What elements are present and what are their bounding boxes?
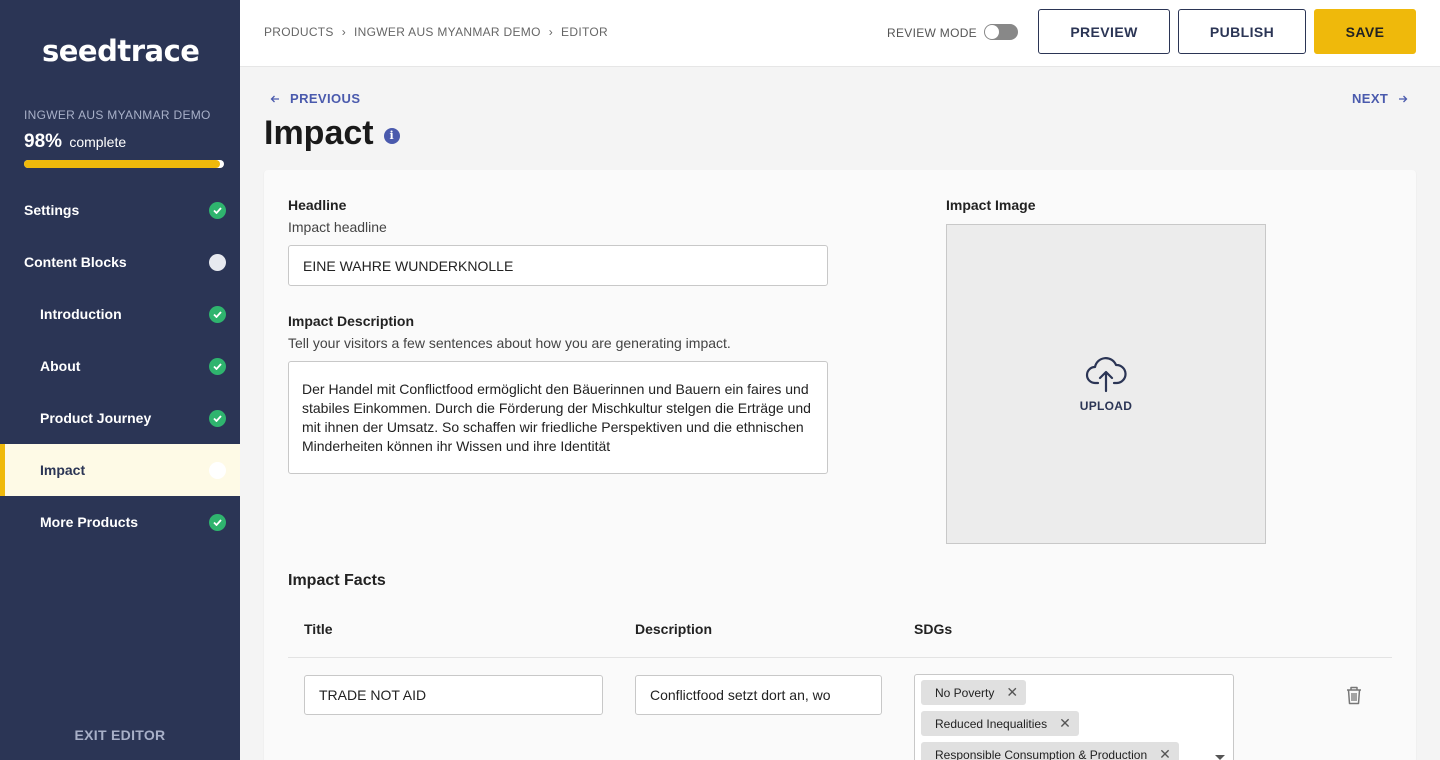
sdg-chip-label: Responsible Consumption & Production bbox=[935, 747, 1148, 760]
preview-button[interactable]: PREVIEW bbox=[1038, 9, 1170, 54]
previous-label: PREVIOUS bbox=[290, 91, 361, 106]
breadcrumb-product[interactable]: INGWER AUS MYANMAR DEMO bbox=[354, 25, 541, 39]
remove-chip-icon[interactable]: ✕ bbox=[1159, 746, 1171, 760]
image-upload-dropzone[interactable]: UPLOAD bbox=[946, 224, 1266, 544]
sidebar: seedtrace INGWER AUS MYANMAR DEMO 98% co… bbox=[0, 0, 240, 760]
incomplete-circle-icon bbox=[209, 461, 226, 479]
sidebar-item-introduction[interactable]: Introduction bbox=[0, 288, 240, 340]
breadcrumb: PRODUCTS › INGWER AUS MYANMAR DEMO › EDI… bbox=[264, 25, 608, 39]
page-title-text: Impact bbox=[264, 114, 374, 152]
impact-form-card: Headline Impact headline EINE WAHRE WUND… bbox=[264, 170, 1416, 760]
publish-button[interactable]: PUBLISH bbox=[1178, 9, 1306, 54]
completion-percent: 98% complete bbox=[24, 131, 126, 153]
description-sublabel: Tell your visitors a few sentences about… bbox=[288, 335, 731, 351]
remove-chip-icon[interactable]: ✕ bbox=[1059, 715, 1071, 732]
check-circle-icon bbox=[209, 409, 226, 427]
sidebar-item-about[interactable]: About bbox=[0, 340, 240, 392]
dropdown-caret-icon[interactable] bbox=[1215, 755, 1225, 760]
sdg-chip: No Poverty ✕ bbox=[921, 680, 1027, 705]
remove-chip-icon[interactable]: ✕ bbox=[1006, 684, 1018, 701]
breadcrumb-separator: › bbox=[548, 25, 554, 39]
arrow-left-icon bbox=[270, 95, 279, 102]
progress-fill bbox=[24, 160, 220, 168]
impact-image-label: Impact Image bbox=[946, 197, 1036, 213]
cloud-upload-icon bbox=[1085, 357, 1127, 393]
next-label: NEXT bbox=[1352, 91, 1389, 106]
review-mode-label: REVIEW MODE bbox=[887, 26, 977, 40]
sidebar-item-label: More Products bbox=[40, 514, 139, 530]
headline-label: Headline bbox=[288, 197, 347, 213]
sdg-chip: Reduced Inequalities ✕ bbox=[921, 711, 1079, 736]
sdg-chip-label: No Poverty bbox=[935, 685, 995, 700]
review-mode-toggle[interactable] bbox=[984, 24, 1018, 40]
column-header-sdgs: SDGs bbox=[914, 621, 953, 637]
check-circle-icon bbox=[209, 513, 226, 531]
previous-button[interactable]: PREVIOUS bbox=[270, 91, 360, 106]
trash-icon bbox=[1347, 686, 1361, 705]
check-circle-icon bbox=[209, 357, 226, 375]
sidebar-item-label: About bbox=[40, 358, 81, 374]
project-name: INGWER AUS MYANMAR DEMO bbox=[24, 108, 211, 122]
top-bar: PRODUCTS › INGWER AUS MYANMAR DEMO › EDI… bbox=[240, 0, 1440, 67]
breadcrumb-editor: EDITOR bbox=[561, 25, 608, 39]
table-divider bbox=[288, 657, 1392, 658]
app-logo: seedtrace bbox=[42, 34, 200, 68]
completion-value: 98% bbox=[24, 131, 63, 152]
sidebar-item-label: Settings bbox=[24, 202, 80, 218]
delete-fact-button[interactable] bbox=[1345, 685, 1363, 710]
sidebar-item-more-products[interactable]: More Products bbox=[0, 496, 240, 548]
info-icon[interactable]: i bbox=[383, 127, 400, 144]
sdg-chip: Responsible Consumption & Production ✕ bbox=[921, 742, 1179, 760]
next-button[interactable]: NEXT bbox=[1352, 91, 1408, 106]
arrow-right-icon bbox=[1399, 95, 1408, 102]
completion-progress-bar bbox=[24, 160, 224, 168]
completion-label: complete bbox=[69, 134, 127, 150]
incomplete-circle-icon bbox=[209, 253, 226, 271]
sidebar-item-impact[interactable]: Impact bbox=[0, 444, 240, 496]
column-header-title: Title bbox=[304, 621, 333, 637]
check-circle-icon bbox=[209, 201, 226, 219]
sdg-multiselect[interactable]: No Poverty ✕ Reduced Inequalities ✕ Resp… bbox=[914, 674, 1234, 760]
fact-description-input[interactable]: Conflictfood setzt dort an, wo bbox=[635, 675, 882, 715]
sidebar-item-label: Product Journey bbox=[40, 410, 152, 426]
save-button[interactable]: SAVE bbox=[1314, 9, 1416, 54]
upload-label: UPLOAD bbox=[1079, 399, 1133, 413]
check-circle-icon bbox=[209, 305, 226, 323]
headline-sublabel: Impact headline bbox=[288, 219, 387, 235]
page-title: Impact i bbox=[264, 114, 400, 153]
sidebar-item-label: Impact bbox=[40, 462, 86, 478]
description-textarea[interactable]: Der Handel mit Conflictfood ermöglicht d… bbox=[288, 361, 828, 474]
description-label: Impact Description bbox=[288, 313, 415, 329]
toggle-knob bbox=[985, 25, 999, 39]
fact-title-input[interactable]: TRADE NOT AID bbox=[304, 675, 603, 715]
impact-facts-title: Impact Facts bbox=[288, 572, 386, 589]
sidebar-item-label: Introduction bbox=[40, 306, 122, 322]
exit-editor-button[interactable]: EXIT EDITOR bbox=[0, 727, 240, 743]
sidebar-item-product-journey[interactable]: Product Journey bbox=[0, 392, 240, 444]
sdg-chip-label: Reduced Inequalities bbox=[935, 716, 1048, 731]
sidebar-item-label: Content Blocks bbox=[24, 254, 127, 270]
headline-input[interactable]: EINE WAHRE WUNDERKNOLLE bbox=[288, 245, 828, 286]
sidebar-item-content-blocks[interactable]: Content Blocks bbox=[0, 236, 240, 288]
breadcrumb-products[interactable]: PRODUCTS bbox=[264, 25, 334, 39]
sidebar-item-settings[interactable]: Settings bbox=[0, 184, 240, 236]
column-header-description: Description bbox=[635, 621, 713, 637]
breadcrumb-separator: › bbox=[341, 25, 347, 39]
